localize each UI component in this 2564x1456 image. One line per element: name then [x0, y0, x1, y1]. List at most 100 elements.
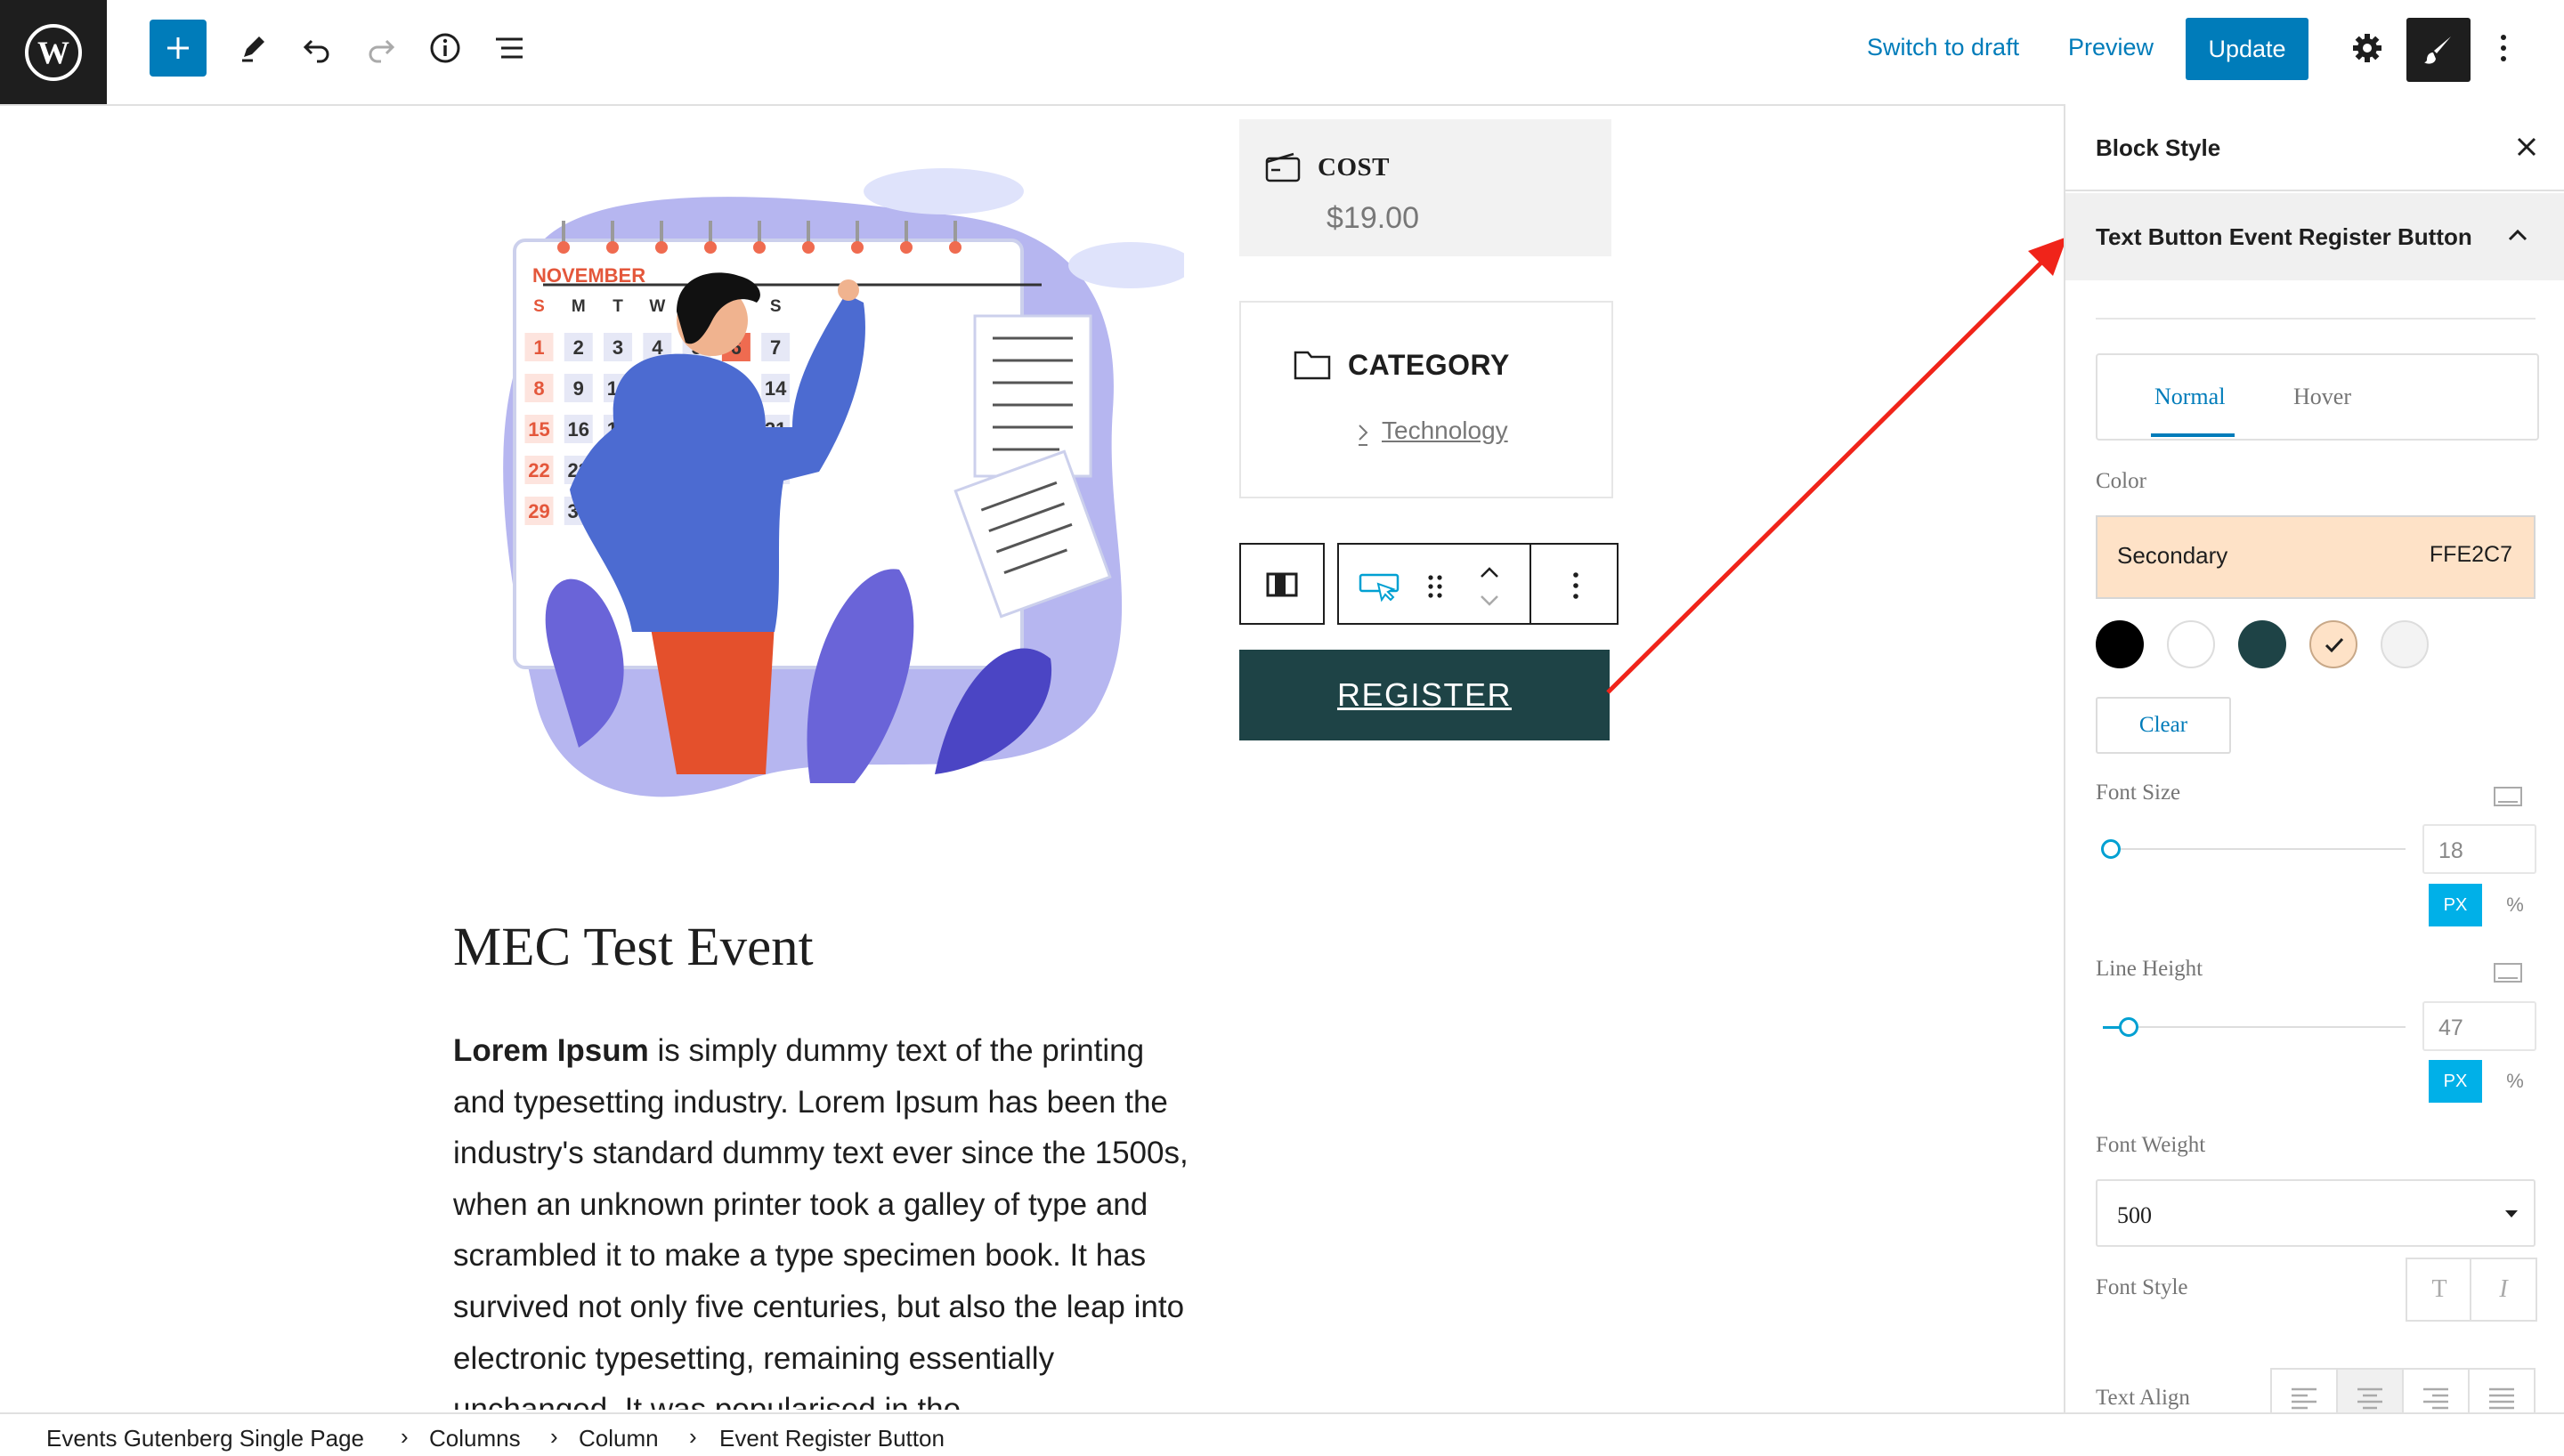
undo-icon	[303, 39, 329, 63]
redo-button[interactable]	[353, 20, 410, 77]
event-title[interactable]: MEC Test Event	[453, 917, 814, 979]
cost-value: $19.00	[1327, 201, 1419, 235]
edit-tools-button[interactable]	[224, 20, 281, 77]
align-justify-button[interactable]	[2468, 1368, 2536, 1412]
tab-hover[interactable]: Hover	[2293, 384, 2351, 410]
add-block-button[interactable]	[150, 20, 207, 77]
sidebar-header: Block Style	[2065, 104, 2564, 191]
event-category-block[interactable]: CATEGORY Technology	[1239, 301, 1613, 498]
kebab-icon	[1573, 572, 1578, 599]
svg-text:W: W	[37, 35, 69, 70]
line-height-unit-px[interactable]: PX	[2429, 1060, 2482, 1103]
breadcrumb-separator-icon: ›	[689, 1423, 697, 1450]
drag-handle-icon[interactable]	[1426, 573, 1444, 600]
folder-icon	[1294, 351, 1331, 380]
swatch-secondary[interactable]	[2309, 620, 2357, 668]
align-left-icon	[2292, 1387, 2317, 1410]
block-mover-group	[1337, 543, 1531, 625]
desktop-icon[interactable]	[2493, 962, 2523, 985]
button-block-icon[interactable]	[1359, 571, 1400, 603]
list-view-icon	[496, 37, 523, 59]
event-description[interactable]: Lorem Ipsum is simply dummy text of the …	[453, 1025, 1201, 1410]
calendar-weekday: M	[572, 297, 586, 316]
chevron-down-icon[interactable]	[1476, 591, 1503, 611]
preview-button[interactable]: Preview	[2068, 34, 2154, 61]
color-hex: FFE2C7	[2429, 542, 2512, 567]
wallet-icon	[1265, 152, 1301, 182]
calendar-weekday: T	[613, 297, 623, 316]
line-height-unit-percent[interactable]: %	[2502, 1060, 2528, 1103]
line-height-slider[interactable]	[2119, 1017, 2138, 1037]
options-button[interactable]	[2475, 20, 2532, 77]
calendar-day-number: 7	[770, 336, 781, 359]
align-left-button[interactable]	[2270, 1368, 2338, 1412]
calendar-day-number: 2	[573, 336, 584, 359]
divider	[2096, 318, 2536, 320]
swatch-black[interactable]	[2096, 620, 2144, 668]
close-icon[interactable]	[2514, 134, 2539, 159]
calendar-day-number: 8	[533, 377, 544, 400]
breadcrumb-item[interactable]: Columns	[429, 1425, 521, 1452]
swatch-light-gray[interactable]	[2381, 620, 2429, 668]
font-size-slider[interactable]	[2101, 839, 2121, 859]
calendar-illustration: NOVEMBER SMTWTFS 12345678910121415161719…	[503, 168, 1184, 797]
breadcrumb-item[interactable]: Events Gutenberg Single Page	[46, 1425, 364, 1452]
font-weight-select[interactable]: 500	[2096, 1179, 2536, 1247]
clear-color-button[interactable]: Clear	[2096, 697, 2231, 754]
font-weight-label: Font Weight	[2096, 1133, 2206, 1157]
font-size-input[interactable]: 18	[2422, 824, 2536, 874]
align-right-icon	[2423, 1387, 2448, 1410]
calendar-day-number: 9	[573, 377, 584, 400]
wordpress-logo-icon[interactable]: W	[0, 0, 107, 104]
line-height-track	[2121, 1026, 2406, 1028]
line-height-fill	[2103, 1026, 2121, 1029]
description-text: is simply dummy text of the printing and…	[453, 1033, 1189, 1410]
undo-button[interactable]	[288, 20, 345, 77]
font-style-normal-button[interactable]: T	[2406, 1258, 2473, 1322]
event-cost-block[interactable]: COST $19.00	[1239, 119, 1611, 256]
switch-to-draft-button[interactable]: Switch to draft	[1867, 34, 2019, 61]
gear-icon	[2353, 34, 2381, 62]
calendar-day-number: 29	[528, 500, 549, 522]
color-label: Color	[2096, 469, 2146, 493]
parent-block-button[interactable]	[1239, 543, 1325, 625]
brush-icon	[2424, 36, 2451, 64]
calendar-weekday: S	[770, 297, 782, 316]
category-link[interactable]: Technology	[1382, 417, 1508, 445]
info-icon	[430, 33, 460, 63]
details-button[interactable]	[417, 20, 474, 77]
block-style-toggle[interactable]	[2406, 18, 2471, 82]
chevron-right-icon	[1359, 425, 1368, 446]
panel-header[interactable]: Text Button Event Register Button	[2065, 193, 2564, 280]
tab-normal[interactable]: Normal	[2154, 384, 2225, 410]
line-height-input[interactable]: 47	[2422, 1001, 2536, 1051]
panel-title: Text Button Event Register Button	[2096, 223, 2472, 250]
list-view-button[interactable]	[481, 20, 538, 77]
register-button[interactable]: REGISTER	[1239, 650, 1610, 740]
chevron-up-icon[interactable]	[1476, 562, 1503, 582]
font-size-unit-px[interactable]: PX	[2429, 884, 2482, 926]
settings-button[interactable]	[2339, 20, 2396, 77]
font-size-unit-percent[interactable]: %	[2502, 884, 2528, 926]
line-height-label: Line Height	[2096, 957, 2203, 981]
font-size-track	[2103, 848, 2406, 850]
desktop-icon[interactable]	[2493, 786, 2523, 809]
category-label: CATEGORY	[1348, 349, 1510, 381]
font-size-label: Font Size	[2096, 781, 2181, 805]
swatch-white[interactable]	[2167, 620, 2215, 668]
calendar-day-number: 22	[528, 459, 549, 481]
font-style-italic-button[interactable]: I	[2470, 1258, 2537, 1322]
swatch-dark-teal[interactable]	[2238, 620, 2286, 668]
editor-top-bar: W Switch to draft Preview Update	[0, 0, 2564, 106]
align-center-button[interactable]	[2336, 1368, 2404, 1412]
breadcrumb-item[interactable]: Column	[579, 1425, 659, 1452]
align-justify-icon	[2489, 1387, 2514, 1410]
state-tabs: Normal Hover	[2096, 353, 2539, 441]
calendar-weekday: W	[649, 297, 665, 316]
update-button[interactable]: Update	[2186, 18, 2308, 80]
color-picker-field[interactable]: Secondary FFE2C7	[2096, 515, 2536, 599]
breadcrumb-separator-icon: ›	[550, 1423, 558, 1450]
redo-icon	[369, 39, 395, 63]
align-right-button[interactable]	[2402, 1368, 2470, 1412]
check-icon	[2325, 637, 2344, 653]
